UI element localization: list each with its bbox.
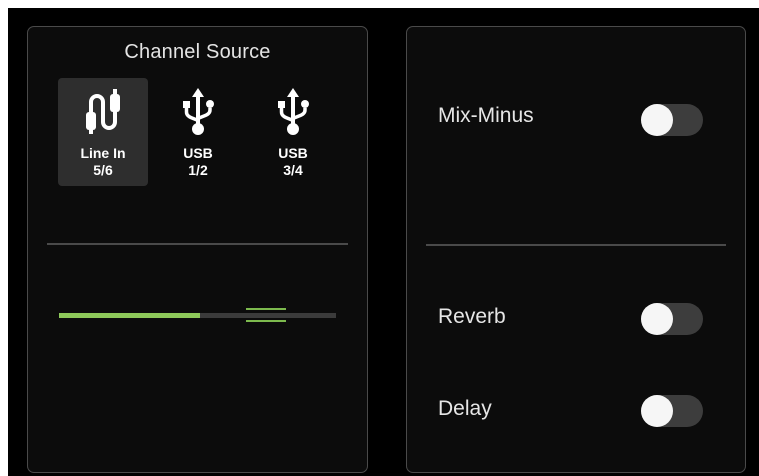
channel-source-divider [47,243,348,245]
line-in-cable-icon [81,88,125,141]
reverb-label: Reverb [438,305,506,328]
mix-minus-label: Mix-Minus [438,104,534,127]
source-label-line2: 3/4 [283,162,303,178]
source-label-line2: 1/2 [188,162,208,178]
source-button-line-in-5-6[interactable]: Line In 5/6 [58,78,148,186]
reverb-toggle[interactable] [641,303,703,335]
level-meter [59,313,336,318]
source-label-line1: Line In [80,145,126,161]
channel-source-panel: Channel Source Line In 5/6 USB 1/2 USB 3… [27,26,368,473]
source-button-usb-1-2[interactable]: USB 1/2 [153,78,243,186]
app-frame: Channel Source Line In 5/6 USB 1/2 USB 3… [0,0,759,476]
source-button-usb-3-4[interactable]: USB 3/4 [248,78,338,186]
mixer-screen: Channel Source Line In 5/6 USB 1/2 USB 3… [8,8,759,476]
delay-label: Delay [438,397,492,420]
source-label-line2: 5/6 [93,162,113,178]
toggle-knob [641,395,673,427]
level-meter-fill [59,313,201,318]
usb-icon [275,88,311,141]
usb-icon [180,88,216,141]
toggle-knob [641,303,673,335]
source-label-line1: USB [183,145,213,161]
effects-divider [426,244,726,246]
effects-panel: Mix-Minus Reverb Delay [406,26,746,473]
mix-minus-toggle[interactable] [641,104,703,136]
toggle-knob [641,104,673,136]
meter-threshold-mark-lower [246,320,286,322]
channel-source-title: Channel Source [124,41,271,63]
delay-toggle[interactable] [641,395,703,427]
meter-threshold-mark-upper [246,308,286,310]
source-label-line1: USB [278,145,308,161]
